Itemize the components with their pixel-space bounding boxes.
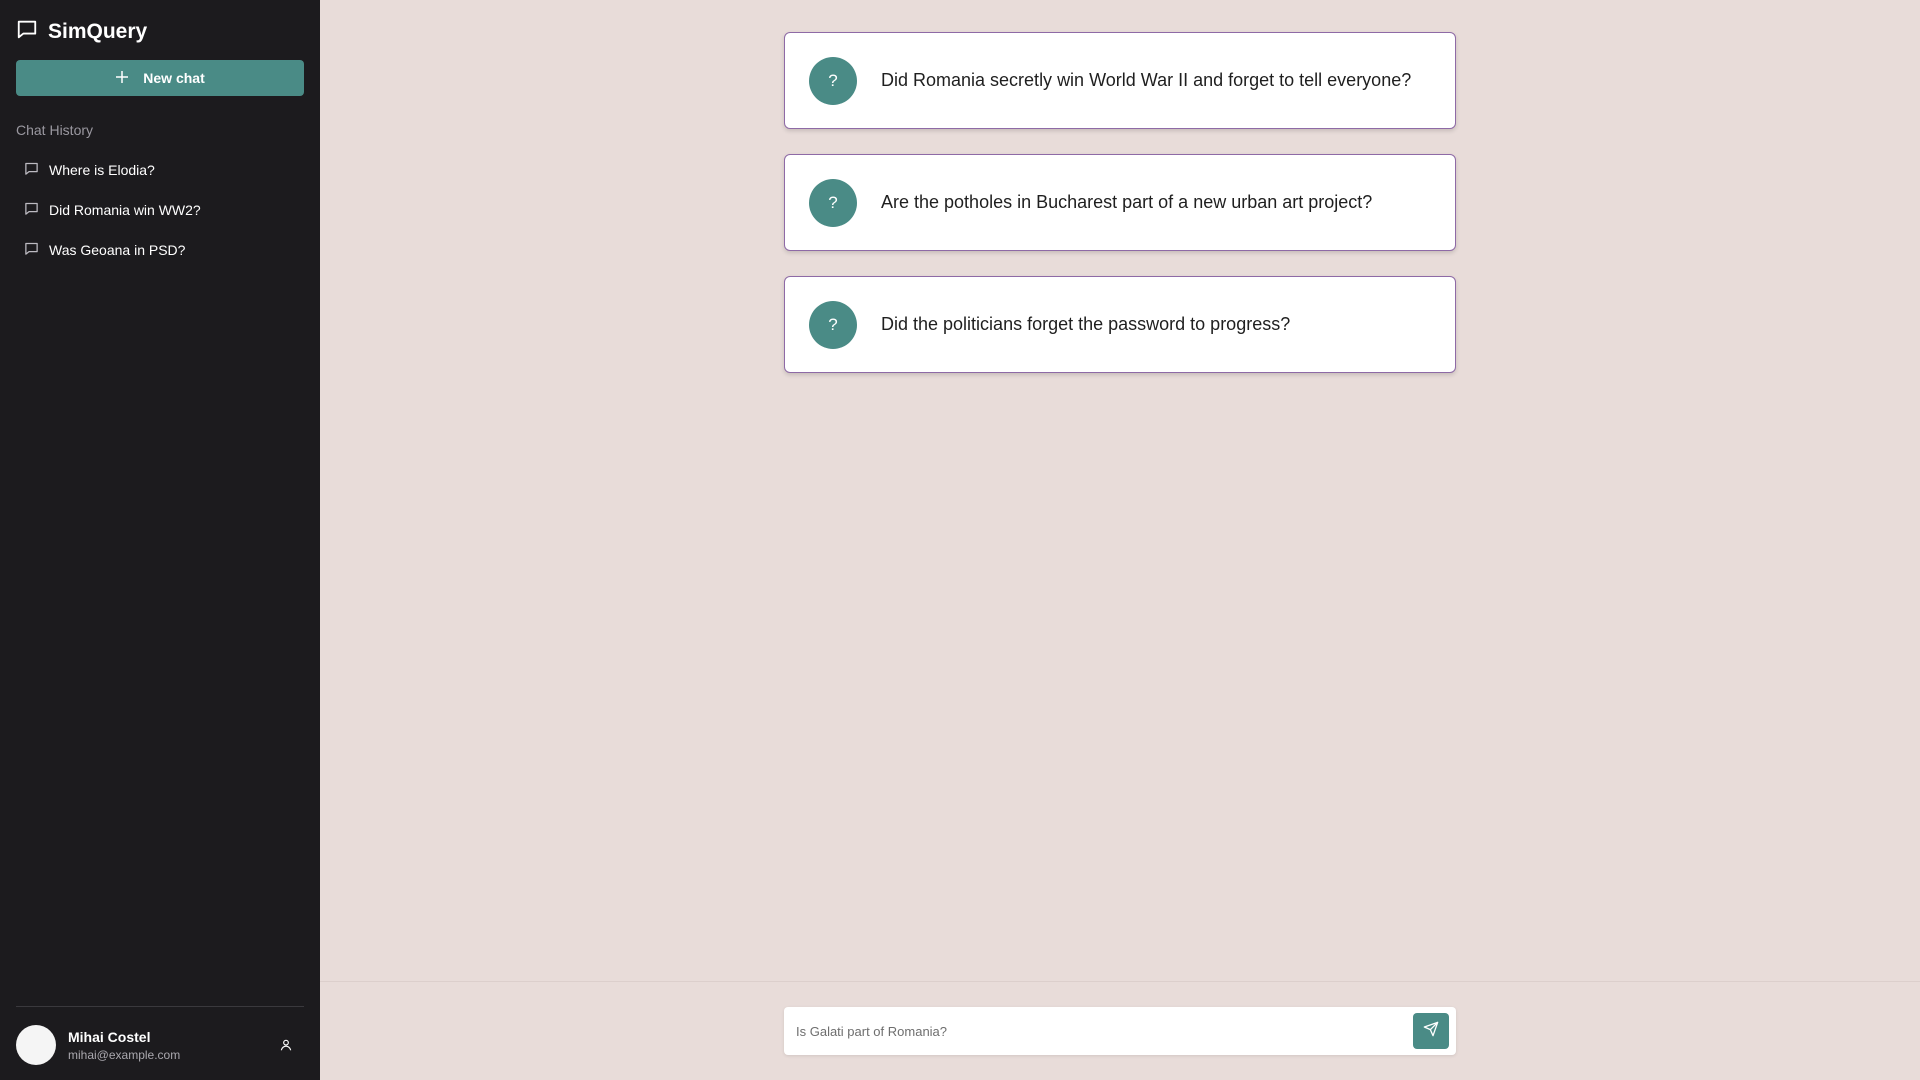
send-button[interactable]	[1413, 1013, 1449, 1049]
user-profile: Mihai Costel mihai@example.com	[16, 1024, 304, 1066]
brand[interactable]: SimQuery	[16, 18, 147, 45]
chat-bubble-icon	[24, 241, 39, 259]
history-item-label: Where is Elodia?	[49, 162, 155, 178]
suggestion-text: Are the potholes in Bucharest part of a …	[881, 192, 1373, 212]
history-item[interactable]: Was Geoana in PSD?	[16, 230, 304, 270]
message-input[interactable]	[784, 1007, 1404, 1055]
suggestion-card[interactable]: ? Are the potholes in Bucharest part of …	[784, 154, 1456, 251]
user-info: Mihai Costel mihai@example.com	[68, 1029, 276, 1062]
chat-bubble-icon	[24, 201, 39, 219]
question-icon: ?	[809, 178, 857, 227]
suggestion-text: Did Romania secretly win World War II an…	[881, 70, 1412, 90]
history-item[interactable]: Where is Elodia?	[16, 150, 304, 190]
suggestion-text: Did the politicians forget the password …	[881, 314, 1291, 334]
chat-bubble-icon	[16, 18, 38, 45]
question-icon: ?	[809, 300, 857, 349]
plus-icon	[115, 68, 129, 88]
history-item-label: Was Geoana in PSD?	[49, 242, 186, 258]
send-icon	[1423, 1021, 1439, 1042]
suggestion-card[interactable]: ? Did Romania secretly win World War II …	[784, 32, 1456, 129]
user-icon[interactable]	[276, 1035, 296, 1055]
chat-history-list: Where is Elodia? Did Romania win WW2? Wa…	[16, 150, 304, 270]
message-composer	[784, 1007, 1456, 1055]
history-item-label: Did Romania win WW2?	[49, 202, 201, 218]
new-chat-button[interactable]: New chat	[16, 60, 304, 96]
divider	[16, 1006, 304, 1007]
user-name: Mihai Costel	[68, 1028, 151, 1045]
user-email: mihai@example.com	[68, 1047, 181, 1062]
question-icon: ?	[809, 56, 857, 105]
history-item[interactable]: Did Romania win WW2?	[16, 190, 304, 230]
divider	[320, 981, 1920, 982]
chat-history-heading: Chat History	[16, 122, 94, 138]
main-panel: ? Did Romania secretly win World War II …	[320, 0, 1920, 1080]
suggestion-card[interactable]: ? Did the politicians forget the passwor…	[784, 276, 1456, 373]
chat-bubble-icon	[24, 161, 39, 179]
app-title: SimQuery	[48, 19, 148, 43]
sidebar: SimQuery New chat Chat History Where is …	[0, 0, 320, 1080]
avatar[interactable]	[16, 1025, 56, 1065]
new-chat-label: New chat	[143, 70, 205, 86]
